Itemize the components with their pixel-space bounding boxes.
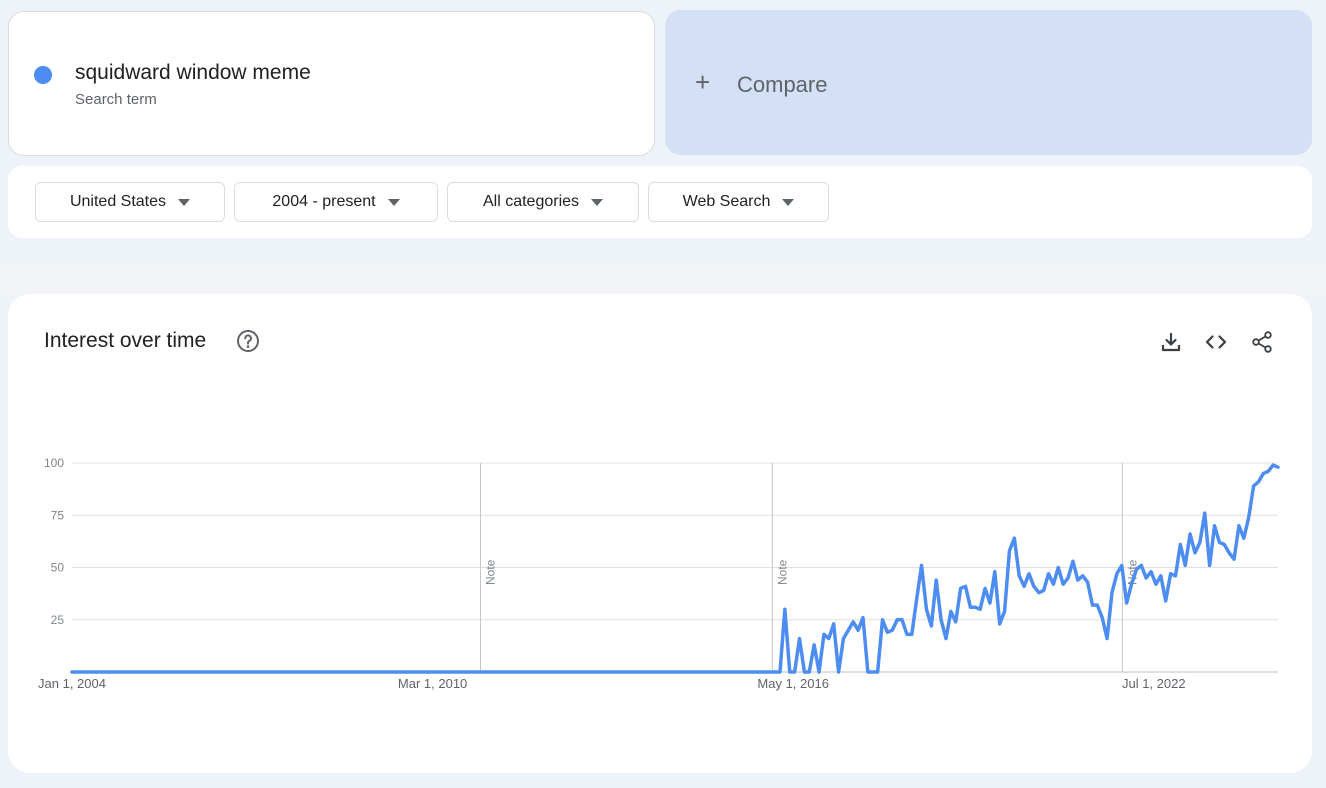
category-filter-dropdown[interactable]: All categories bbox=[447, 182, 639, 222]
compare-button[interactable]: + Compare bbox=[665, 10, 1312, 155]
compare-label: Compare bbox=[737, 72, 828, 97]
interest-over-time-card: Interest over time 100 75 50 25 Note Note Note… bbox=[8, 294, 1312, 773]
search-term-name[interactable]: squidward window meme bbox=[75, 61, 311, 85]
search-type-filter-label: Web Search bbox=[682, 193, 771, 210]
note-label: Note bbox=[483, 559, 497, 585]
x-tick-label: Jul 1, 2022 bbox=[1122, 676, 1186, 691]
interest-line-chart: 100755025Note Note NoteJan 1, 2004 Mar 1, 2… bbox=[38, 456, 1280, 691]
plus-icon: + bbox=[695, 67, 711, 97]
y-tick-label: 75 bbox=[51, 508, 65, 522]
dropdown-arrow-icon bbox=[782, 198, 795, 206]
region-filter-dropdown[interactable]: United States bbox=[35, 182, 225, 222]
filter-bar: United States 2004 - present All categor… bbox=[8, 166, 1312, 238]
search-term-card[interactable]: squidward window meme Search term bbox=[8, 11, 655, 156]
note-label: Note bbox=[775, 559, 789, 585]
dropdown-arrow-icon bbox=[591, 198, 604, 206]
x-tick-label: Mar 1, 2010 bbox=[398, 676, 467, 691]
category-filter-label: All categories bbox=[482, 193, 580, 210]
search-term-subtitle: Search term bbox=[75, 91, 157, 108]
search-term-color-dot bbox=[34, 66, 52, 84]
region-filter-label: United States bbox=[69, 193, 167, 210]
series-line bbox=[70, 463, 1280, 674]
dropdown-arrow-icon bbox=[387, 198, 400, 206]
y-tick-label: 50 bbox=[51, 561, 65, 575]
search-type-filter-dropdown[interactable]: Web Search bbox=[648, 182, 829, 222]
section-gap bbox=[0, 265, 1326, 295]
time-range-filter-dropdown[interactable]: 2004 - present bbox=[234, 182, 438, 222]
y-tick-label: 100 bbox=[44, 456, 64, 470]
x-tick-label: Jan 1, 2004 bbox=[38, 676, 106, 691]
dropdown-arrow-icon bbox=[178, 198, 191, 206]
x-tick-label: May 1, 2016 bbox=[757, 676, 829, 691]
time-range-filter-label: 2004 - present bbox=[272, 193, 376, 210]
y-tick-label: 25 bbox=[51, 613, 65, 627]
